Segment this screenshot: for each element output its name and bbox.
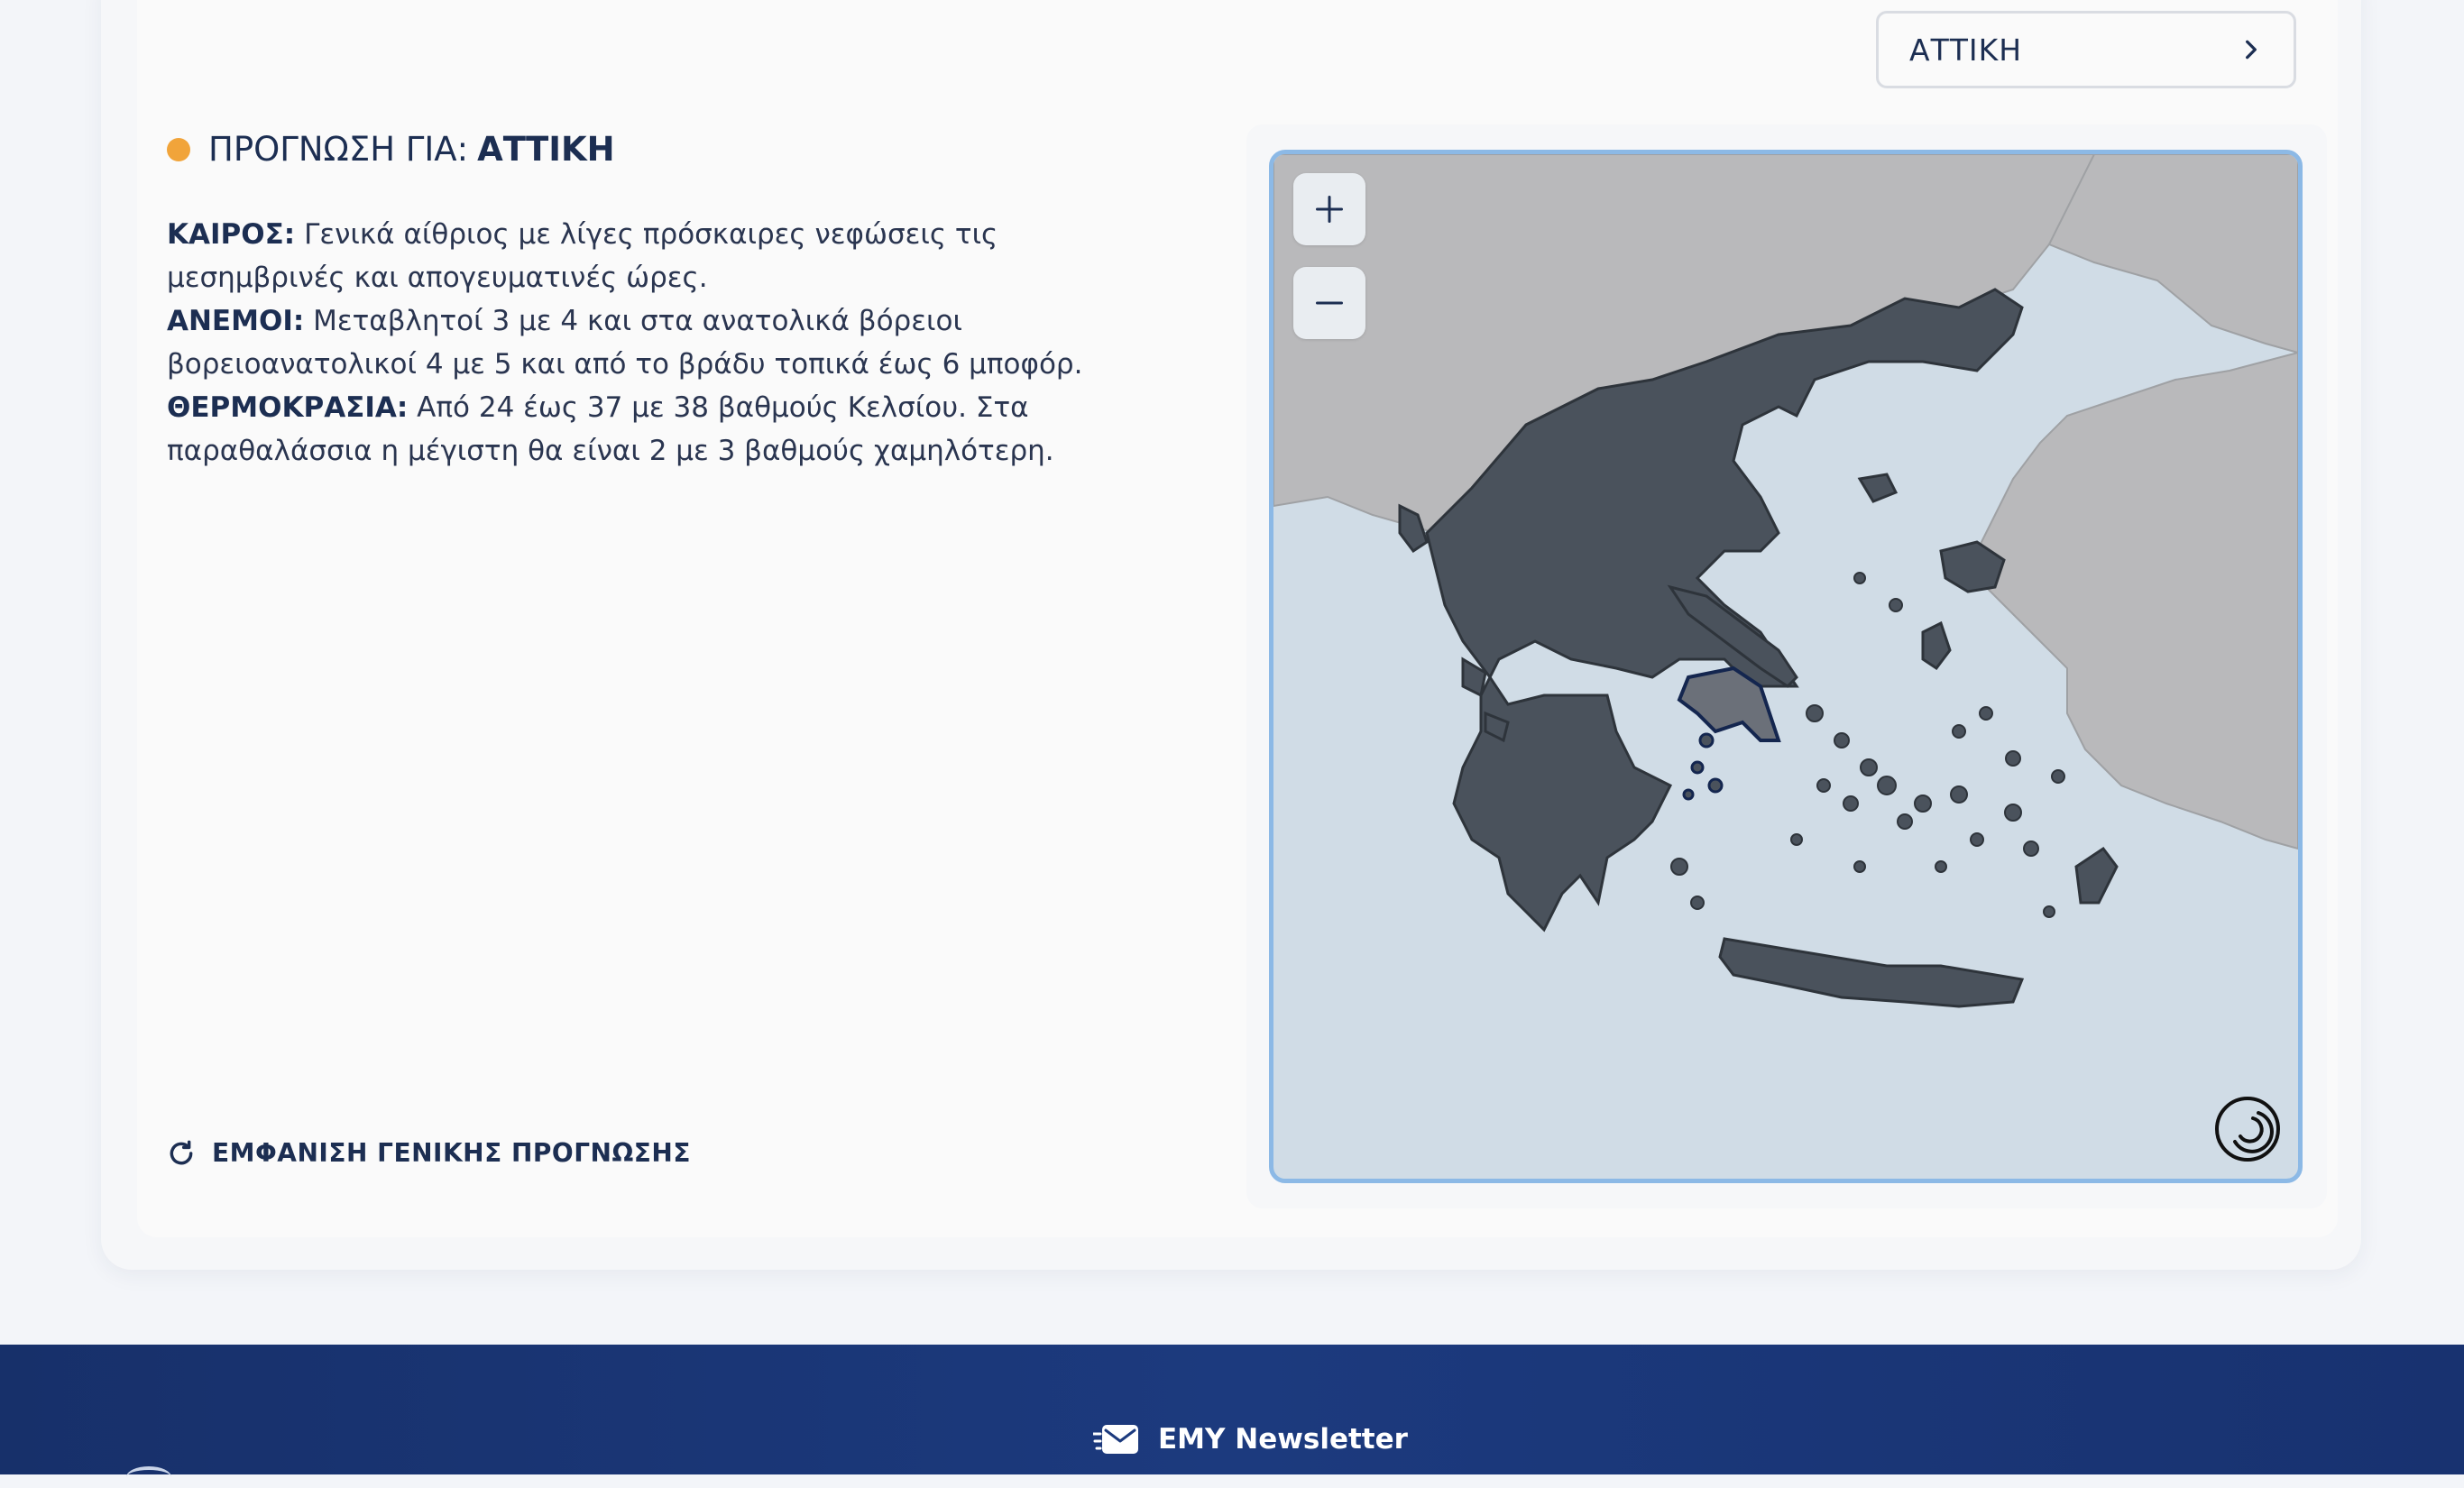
forecast-title: ΠΡΟΓΝΩΣΗ ΓΙΑ: ΑΤΤΙΚΗ [167,130,615,169]
winds-line: ΑΝΕΜΟΙ: Μεταβλητοί 3 με 4 και στα ανατολ… [167,299,1177,386]
status-dot [167,137,190,161]
region-select-value: ΑΤΤΙΚΗ [1909,32,2023,68]
rhodes-island [2074,846,2119,905]
forecast-title-region: ΑΤΤΙΚΗ [477,130,615,169]
map-canvas [1273,154,2298,1008]
map-attribution-logo[interactable] [2213,1095,2282,1163]
thrace-coast [2047,154,2298,354]
temperature-line: ΘΕΡΜΟΚΡΑΣΙΑ: Από 24 έως 37 με 38 βαθμούς… [167,386,1177,473]
forecast-title-prefix: ΠΡΟΓΝΩΣΗ ΓΙΑ: [208,130,469,169]
winds-label: ΑΝΕΜΟΙ: [167,305,305,337]
zoom-out-button[interactable] [1293,267,1365,339]
crete-island [1718,937,2025,1008]
attica-islands [1682,732,1724,801]
general-forecast-label: ΕΜΦΑΝΙΣΗ ΓΕΝΙΚΗΣ ΠΡΟΓΝΩΣΗΣ [212,1138,691,1168]
mail-icon [1093,1425,1138,1454]
refresh-icon [170,1140,193,1164]
lemnos-island [1857,473,1899,503]
weather-label: ΚΑΙΡΟΣ: [167,218,296,251]
zoom-in-button[interactable] [1293,173,1365,245]
forecast-text: ΚΑΙΡΟΣ: Γενικά αίθριος με λίγες πρόσκαιρ… [167,213,1177,473]
general-forecast-link[interactable]: ΕΜΦΑΝΙΣΗ ΓΕΝΙΚΗΣ ΠΡΟΓΝΩΣΗΣ [167,1138,691,1168]
weather-line: ΚΑΙΡΟΣ: Γενικά αίθριος με λίγες πρόσκαιρ… [167,213,1177,299]
newsletter-link[interactable]: EMY Newsletter [1093,1421,1408,1457]
greece-map[interactable] [1269,150,2303,1183]
temperature-label: ΘΕΡΜΟΚΡΑΣΙΑ: [167,391,409,424]
chios-island [1921,620,1952,671]
winds-text: Μεταβλητοί 3 με 4 και στα ανατολικά βόρε… [167,305,1083,381]
newsletter-label: EMY Newsletter [1158,1423,1408,1456]
chevron-right-icon [2246,40,2257,60]
turkey-land [1975,351,2298,850]
plus-icon [1316,196,1343,223]
minus-icon [1316,301,1343,305]
footer-logo [126,1466,171,1488]
region-select[interactable]: ΑΤΤΙΚΗ [1876,11,2296,88]
